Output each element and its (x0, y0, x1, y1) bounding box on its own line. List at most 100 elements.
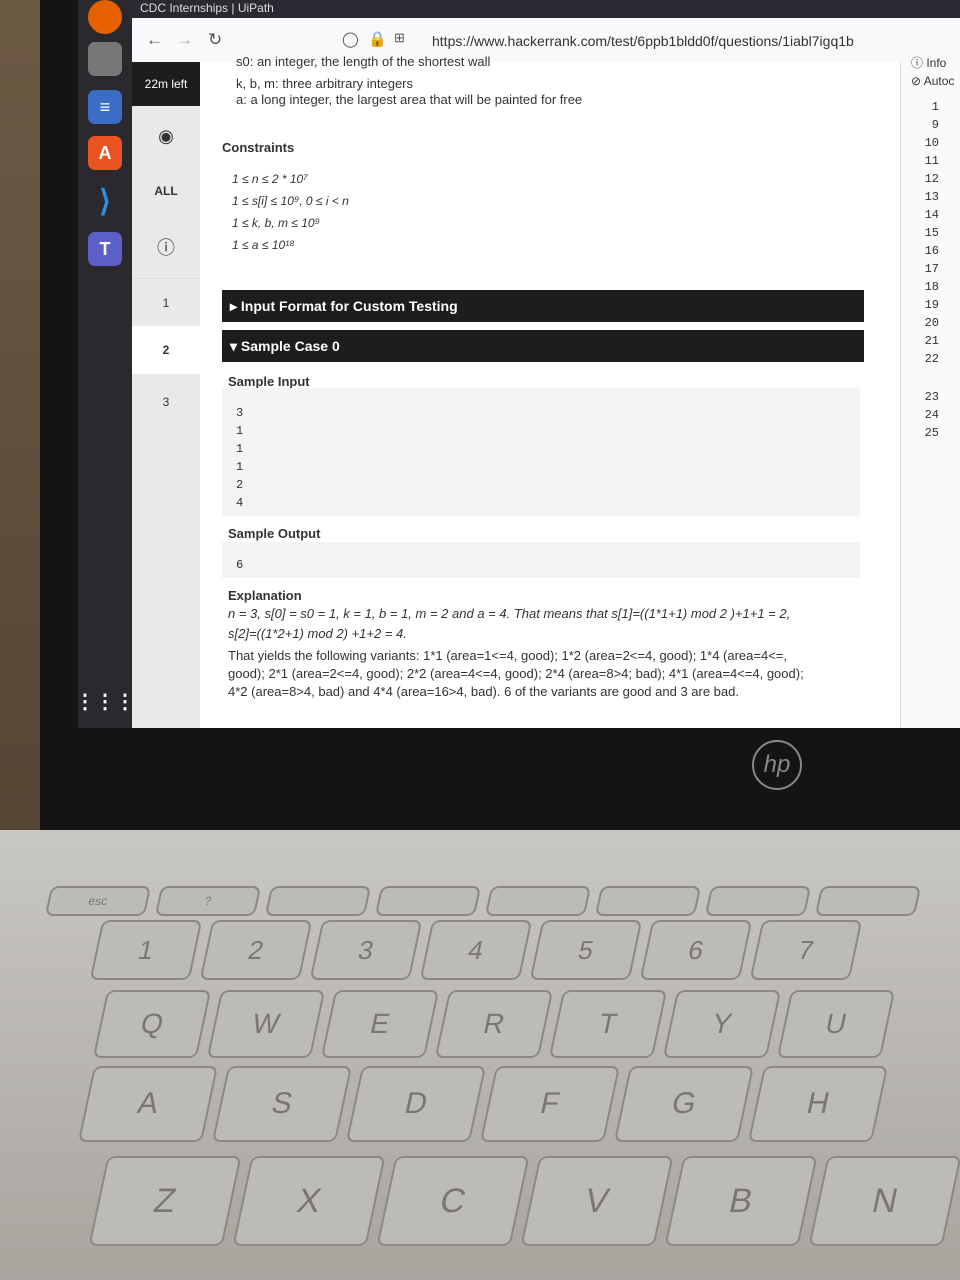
line-number: 18 (924, 280, 939, 294)
software-center-icon[interactable]: A (88, 136, 122, 170)
laptop-keyboard: esc? 1 2 3 4 5 6 7 Q W E R T Y U A S D F G H Z X C V B N (0, 830, 960, 1280)
line-number: 16 (924, 244, 939, 258)
teams-icon[interactable]: T (88, 232, 122, 266)
hp-logo: hp (752, 740, 802, 790)
info-icon[interactable]: ⓘ (132, 234, 200, 260)
key-f[interactable]: F (479, 1066, 621, 1142)
constraint-item: 1 ≤ k, b, m ≤ 10⁹ (232, 216, 320, 230)
files-icon[interactable] (88, 42, 122, 76)
writer-icon[interactable]: ≡ (88, 90, 122, 124)
back-icon[interactable]: ← (146, 30, 163, 50)
explanation-heading: Explanation (228, 588, 302, 603)
sample-input-line: 1 (236, 460, 244, 474)
apps-grid-icon[interactable]: ⋮⋮⋮ (75, 684, 135, 718)
key-esc[interactable]: esc (44, 886, 152, 916)
key-a[interactable]: A (77, 1066, 219, 1142)
sample-input-line: 2 (236, 478, 244, 492)
key-fn[interactable] (594, 886, 702, 916)
info-link[interactable]: ⓘ Info (911, 54, 946, 71)
tab-cdc-internships[interactable]: CDC Internships | UiPath (140, 1, 274, 15)
key-fn[interactable] (704, 886, 812, 916)
line-number: 15 (924, 226, 939, 240)
line-number: 17 (924, 262, 939, 276)
key-?[interactable]: ? (154, 886, 262, 916)
permissions-icon[interactable]: ⊞ (394, 30, 405, 46)
key-5[interactable]: 5 (529, 920, 643, 980)
line-number: 12 (924, 172, 939, 186)
time-left: 22m left (132, 62, 200, 106)
key-q[interactable]: Q (92, 990, 212, 1058)
input-format-label: ▸ Input Format for Custom Testing (230, 298, 458, 314)
compass-icon[interactable]: ◉ (132, 126, 200, 147)
key-g[interactable]: G (613, 1066, 755, 1142)
line-number: 20 (924, 316, 939, 330)
problem-statement: s0: an integer, the length of the shorte… (200, 54, 900, 728)
vscode-icon[interactable]: ⟩ (88, 184, 122, 218)
key-fn[interactable] (264, 886, 372, 916)
explanation-line: s[2]=((1*2+1) mod 2) +1+2 = 4. (228, 626, 407, 641)
sample-input-line: 1 (236, 424, 244, 438)
key-u[interactable]: U (776, 990, 896, 1058)
line-number: 19 (924, 298, 939, 312)
key-6[interactable]: 6 (639, 920, 753, 980)
question-nav: 22m left ◉ ALL ⓘ 1 2 3 (132, 62, 200, 728)
key-b[interactable]: B (664, 1156, 818, 1246)
explanation-line: good); 2*1 (area=2<=4, good); 2*2 (area=… (228, 666, 804, 681)
question-tab-2[interactable]: 2 (132, 326, 200, 374)
line-number: 22 (924, 352, 939, 366)
constraint-item: 1 ≤ n ≤ 2 * 10⁷ (232, 172, 308, 186)
key-4[interactable]: 4 (419, 920, 533, 980)
key-7[interactable]: 7 (749, 920, 863, 980)
key-c[interactable]: C (376, 1156, 530, 1246)
key-3[interactable]: 3 (309, 920, 423, 980)
param-s0: s0: an integer, the length of the shorte… (236, 54, 491, 69)
line-number: 11 (924, 154, 939, 168)
lock-icon[interactable]: 🔒 (368, 30, 387, 48)
line-number: 23 (924, 390, 939, 404)
input-format-section[interactable]: ▸ Input Format for Custom Testing (222, 290, 864, 322)
sample-output-box: 6 (222, 542, 860, 578)
key-fn[interactable] (814, 886, 922, 916)
constraints-heading: Constraints (222, 140, 295, 155)
key-w[interactable]: W (206, 990, 326, 1058)
firefox-icon[interactable] (88, 0, 122, 34)
reload-icon[interactable]: ↻ (208, 30, 222, 50)
constraint-item: 1 ≤ a ≤ 10¹⁸ (232, 238, 295, 252)
key-s[interactable]: S (211, 1066, 353, 1142)
question-tab-3[interactable]: 3 (132, 378, 200, 426)
shield-icon[interactable]: ◯ (342, 30, 359, 48)
key-fn[interactable] (484, 886, 592, 916)
key-z[interactable]: Z (88, 1156, 242, 1246)
key-y[interactable]: Y (662, 990, 782, 1058)
all-questions-tab[interactable]: ALL (132, 184, 200, 198)
line-number: 13 (924, 190, 939, 204)
line-number: 1 (931, 100, 939, 114)
key-x[interactable]: X (232, 1156, 386, 1246)
line-number: 14 (924, 208, 939, 222)
forward-icon[interactable]: → (176, 30, 193, 50)
autocomplete-label: Autoc (923, 74, 955, 88)
sample-output-heading: Sample Output (228, 526, 321, 541)
key-t[interactable]: T (548, 990, 668, 1058)
sample-case-label: ▾ Sample Case 0 (230, 338, 340, 354)
key-1[interactable]: 1 (89, 920, 203, 980)
sample-output-value: 6 (236, 558, 244, 572)
sample-case-section[interactable]: ▾ Sample Case 0 (222, 330, 864, 362)
sample-input-box: 3 1 1 1 2 4 (222, 388, 860, 516)
key-r[interactable]: R (434, 990, 554, 1058)
key-n[interactable]: N (808, 1156, 960, 1246)
url-text[interactable]: https://www.hackerrank.com/test/6ppb1bld… (432, 33, 854, 49)
key-2[interactable]: 2 (199, 920, 313, 980)
sample-input-heading: Sample Input (228, 374, 310, 389)
key-v[interactable]: V (520, 1156, 674, 1246)
key-h[interactable]: H (747, 1066, 889, 1142)
key-d[interactable]: D (345, 1066, 487, 1142)
question-tab-1[interactable]: 1 (132, 278, 200, 327)
line-number: 25 (924, 426, 939, 440)
autocomplete-toggle[interactable]: ⊘ Autoc (911, 74, 954, 88)
explanation-line: 4*2 (area=8>4, bad) and 4*4 (area=16>4, … (228, 684, 739, 699)
line-number: 9 (931, 118, 939, 132)
sample-input-line: 3 (236, 406, 244, 420)
key-fn[interactable] (374, 886, 482, 916)
key-e[interactable]: E (320, 990, 440, 1058)
